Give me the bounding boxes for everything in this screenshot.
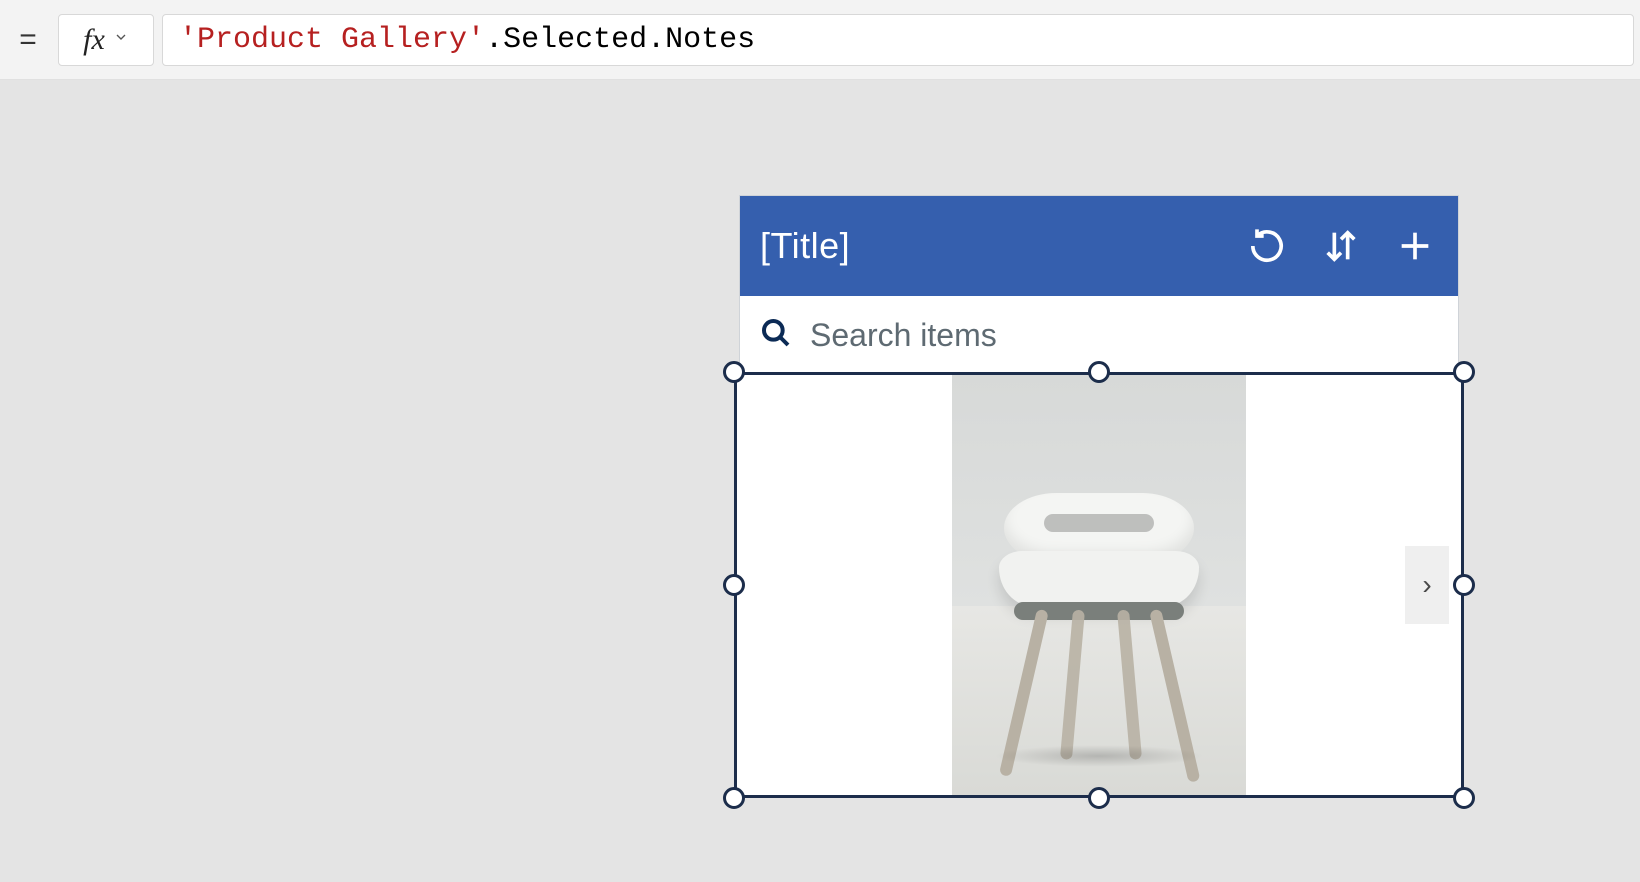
chevron-down-icon <box>113 29 129 50</box>
app-preview-screen: [Title] <box>740 196 1458 374</box>
gallery-next-button[interactable]: › <box>1405 546 1449 624</box>
fx-dropdown[interactable]: fx <box>58 14 154 66</box>
formula-token-string: 'Product Gallery' <box>179 23 485 57</box>
app-title-label[interactable]: [Title] <box>760 225 1216 267</box>
sort-icon[interactable] <box>1318 223 1364 269</box>
selected-control[interactable]: › <box>734 372 1464 798</box>
formula-token: .Selected <box>485 23 647 57</box>
property-selector[interactable]: = <box>6 14 50 66</box>
chevron-right-icon: › <box>1422 569 1431 601</box>
add-icon[interactable] <box>1392 223 1438 269</box>
equals-sign: = <box>19 23 37 57</box>
search-input[interactable] <box>810 317 1438 354</box>
product-gallery[interactable]: › <box>737 375 1461 795</box>
formula-bar: = fx 'Product Gallery'.Selected.Notes <box>0 0 1640 80</box>
formula-input[interactable]: 'Product Gallery'.Selected.Notes <box>162 14 1634 66</box>
formula-token: .Notes <box>647 23 755 57</box>
canvas-workspace[interactable]: [Title] <box>0 80 1640 882</box>
search-row <box>740 296 1458 374</box>
gallery-item-image[interactable] <box>952 375 1246 795</box>
app-header: [Title] <box>740 196 1458 296</box>
fx-label: fx <box>83 23 105 57</box>
refresh-icon[interactable] <box>1244 223 1290 269</box>
search-icon <box>760 317 792 354</box>
